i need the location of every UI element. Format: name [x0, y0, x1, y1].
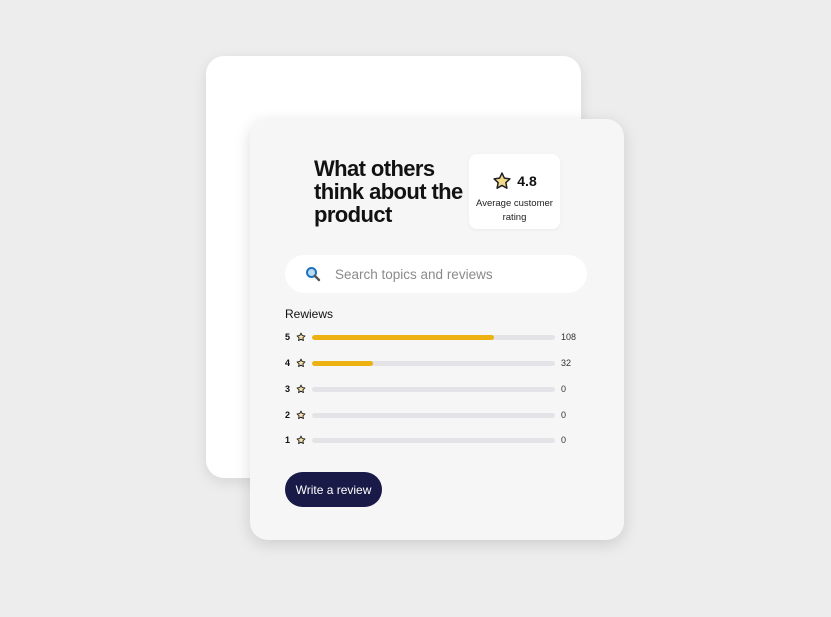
rating-row-stars: 3 — [285, 384, 291, 394]
rating-row-count: 0 — [561, 384, 567, 394]
rating-row-4: 4 32 — [285, 355, 605, 371]
reviews-card: What others think about the product 4.8 … — [250, 119, 624, 540]
rating-row-count: 108 — [561, 332, 577, 342]
rating-bar-track — [312, 386, 555, 392]
average-rating-value: 4.8 — [517, 173, 537, 189]
rating-row-count: 32 — [561, 358, 572, 368]
star-outline-icon — [296, 409, 308, 421]
page-title: What others think about the product — [314, 156, 463, 227]
star-outline-icon — [296, 331, 308, 343]
average-rating-box: 4.8 Average customer rating — [469, 154, 560, 229]
rating-bar-track — [312, 334, 555, 340]
rating-bar-track — [312, 412, 555, 418]
star-outline-icon — [296, 383, 308, 395]
rating-row-stars: 5 — [285, 332, 291, 342]
search-bar[interactable] — [285, 255, 587, 293]
rating-bar-fill — [312, 360, 373, 366]
search-input[interactable] — [333, 265, 567, 283]
rating-bar-track — [312, 437, 555, 443]
rating-row-stars: 4 — [285, 358, 291, 368]
star-outline-icon — [296, 434, 308, 446]
rating-row-5: 5 108 — [285, 329, 605, 345]
star-outline-icon — [296, 357, 308, 369]
rating-bar-fill — [312, 334, 495, 340]
rating-bar-track — [312, 360, 555, 366]
search-icon — [305, 266, 321, 282]
rating-row-1: 10 — [285, 432, 605, 448]
star-icon — [492, 171, 512, 191]
rating-row-stars: 2 — [285, 410, 291, 420]
rating-row-stars: 1 — [285, 435, 291, 445]
rating-row-count: 0 — [561, 410, 567, 420]
rating-row-2: 20 — [285, 407, 605, 423]
rating-row-3: 30 — [285, 381, 605, 397]
write-review-button[interactable]: Write a review — [285, 472, 382, 507]
rating-row-count: 0 — [561, 435, 567, 445]
reviews-heading: Rewiews — [285, 307, 334, 321]
average-rating-caption: Average customer rating — [476, 198, 553, 223]
